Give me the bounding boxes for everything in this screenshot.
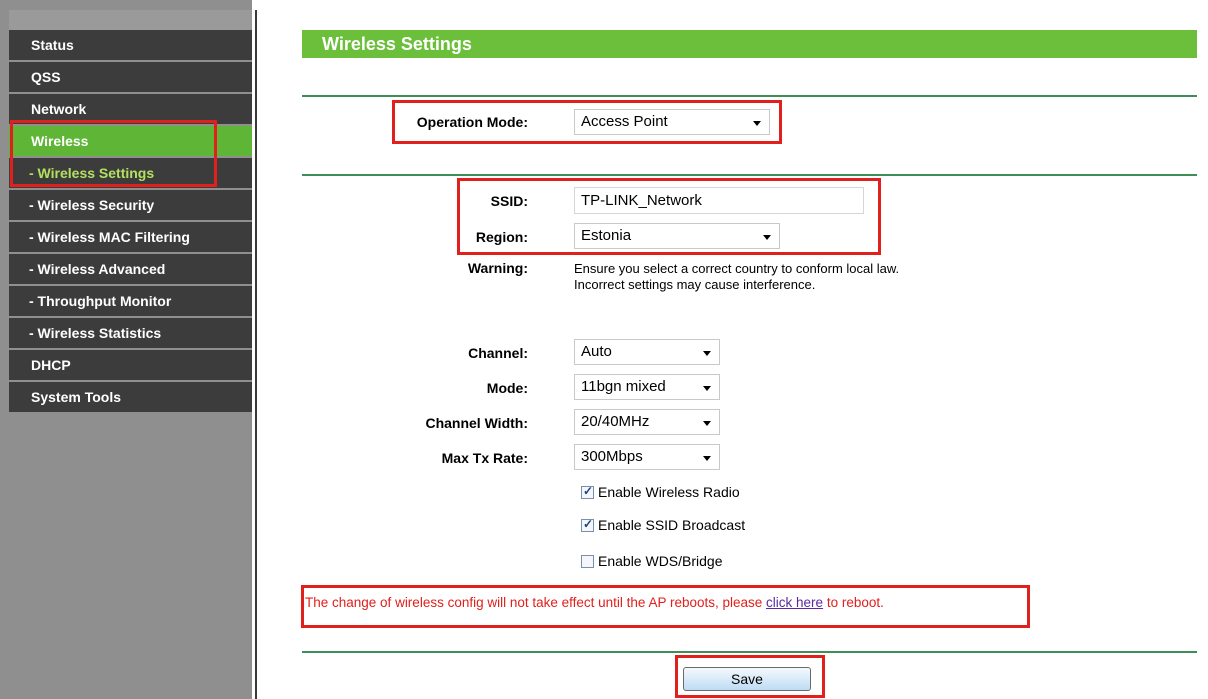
region-select[interactable]: Estonia	[574, 223, 780, 249]
channel-width-value: 20/40MHz	[581, 413, 650, 430]
channel-width-select[interactable]: 20/40MHz	[574, 409, 720, 435]
reboot-notice-text: The change of wireless config will not t…	[305, 595, 767, 610]
warning-line-2: Incorrect settings may cause interferenc…	[574, 277, 816, 292]
enable-wireless-radio-checkbox[interactable]	[581, 484, 594, 499]
sidebar: Status QSS Network Wireless - Wireless S…	[0, 0, 252, 699]
channel-select[interactable]: Auto	[574, 339, 720, 365]
sidebar-item-throughput-monitor[interactable]: - Throughput Monitor	[9, 286, 252, 316]
save-button[interactable]: Save	[683, 667, 811, 691]
sidebar-item-system-tools[interactable]: System Tools	[9, 382, 252, 412]
sidebar-top-strip	[9, 10, 252, 30]
ssid-label: SSID:	[490, 193, 528, 209]
enable-ssid-broadcast-label: Enable SSID Broadcast	[598, 517, 746, 533]
reboot-notice: The change of wireless config will not t…	[305, 595, 884, 610]
sidebar-item-wireless-settings[interactable]: - Wireless Settings	[9, 158, 252, 188]
enable-wds-bridge-checkbox[interactable]	[581, 554, 594, 568]
warning-text: Ensure you select a correct country to c…	[574, 261, 899, 293]
reboot-link[interactable]: click here	[766, 595, 823, 610]
enable-ssid-broadcast-checkbox[interactable]	[581, 517, 594, 532]
enable-wds-bridge-row: Enable WDS/Bridge	[581, 553, 723, 569]
sidebar-menu: Status QSS Network Wireless - Wireless S…	[9, 30, 252, 414]
reboot-notice-suffix: to reboot.	[823, 595, 884, 610]
sidebar-item-network[interactable]: Network	[9, 94, 252, 124]
enable-wireless-radio-label: Enable Wireless Radio	[598, 484, 740, 500]
sidebar-item-wireless-advanced[interactable]: - Wireless Advanced	[9, 254, 252, 284]
sidebar-item-wireless-statistics[interactable]: - Wireless Statistics	[9, 318, 252, 348]
sidebar-divider	[255, 10, 257, 699]
chevron-down-icon	[703, 351, 711, 356]
operation-mode-value: Access Point	[581, 113, 668, 130]
region-value: Estonia	[581, 227, 632, 244]
warning-label: Warning:	[467, 260, 528, 276]
chevron-down-icon	[703, 386, 711, 391]
sidebar-item-wireless[interactable]: Wireless	[9, 126, 252, 156]
warning-line-1: Ensure you select a correct country to c…	[574, 261, 900, 276]
mode-value: 11bgn mixed	[581, 378, 666, 395]
enable-wds-bridge-label: Enable WDS/Bridge	[598, 553, 723, 569]
divider	[302, 651, 1197, 653]
chevron-down-icon	[703, 421, 711, 426]
sidebar-item-wireless-security[interactable]: - Wireless Security	[9, 190, 252, 220]
region-label: Region:	[475, 229, 528, 245]
enable-ssid-broadcast-row: Enable SSID Broadcast	[581, 517, 745, 533]
sidebar-item-dhcp[interactable]: DHCP	[9, 350, 252, 380]
channel-value: Auto	[581, 343, 612, 360]
sidebar-item-wireless-mac-filtering[interactable]: - Wireless MAC Filtering	[9, 222, 252, 252]
max-tx-rate-value: 300Mbps	[581, 448, 643, 465]
divider	[302, 95, 1197, 97]
max-tx-rate-label: Max Tx Rate:	[441, 450, 528, 466]
page-title: Wireless Settings	[302, 30, 1197, 58]
divider	[302, 174, 1197, 176]
operation-mode-label: Operation Mode:	[416, 114, 528, 130]
chevron-down-icon	[703, 456, 711, 461]
operation-mode-select[interactable]: Access Point	[574, 109, 770, 135]
channel-width-label: Channel Width:	[425, 415, 528, 431]
mode-select[interactable]: 11bgn mixed	[574, 374, 720, 400]
sidebar-item-qss[interactable]: QSS	[9, 62, 252, 92]
chevron-down-icon	[763, 235, 771, 240]
chevron-down-icon	[753, 121, 761, 126]
ssid-input[interactable]: TP-LINK_Network	[574, 187, 864, 214]
sidebar-item-status[interactable]: Status	[9, 30, 252, 60]
channel-label: Channel:	[468, 345, 528, 361]
max-tx-rate-select[interactable]: 300Mbps	[574, 444, 720, 470]
mode-label: Mode:	[486, 380, 528, 396]
enable-wireless-radio-row: Enable Wireless Radio	[581, 484, 740, 500]
